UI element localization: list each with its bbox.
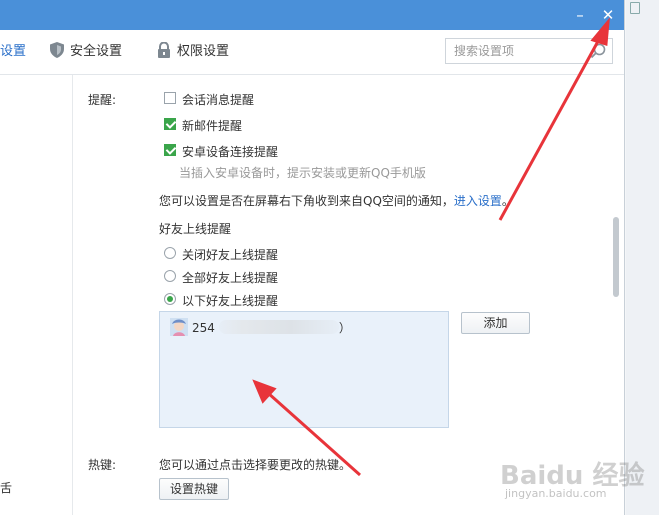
minimize-icon: –	[576, 6, 584, 24]
new-mail-label[interactable]: 新邮件提醒	[182, 117, 242, 134]
search-icon[interactable]	[590, 43, 606, 59]
session-message-checkbox[interactable]	[164, 92, 176, 104]
qzone-end: 。	[501, 194, 514, 208]
watermark-url: jingyan.baidu.com	[505, 487, 607, 500]
hotkey-text: 您可以通过点击选择要更改的热键。	[159, 458, 352, 472]
settings-content: 提醒: 会话消息提醒 新邮件提醒 安卓设备连接提醒 当插入安卓设备时，提示安装或…	[73, 75, 609, 515]
tab-permission-settings[interactable]: 权限设置	[157, 30, 229, 74]
redacted-name	[218, 320, 339, 334]
tab-label: 设置	[0, 44, 27, 59]
hotkey-label: 热键:	[88, 458, 117, 472]
title-bar: – ✕	[0, 0, 624, 30]
shield-icon	[50, 42, 64, 58]
search-placeholder: 搜索设置项	[454, 44, 515, 58]
background-window-edge	[626, 0, 659, 515]
qzone-notice: 您可以设置是否在屏幕右下角收到来自QQ空间的通知，进入设置。	[159, 192, 514, 209]
friend-online-off-radio[interactable]	[164, 247, 176, 259]
tab-security-settings[interactable]: 安全设置	[50, 30, 122, 74]
settings-window: – ✕ 设置 安全设置 权限设置 搜索设置项 舌 提醒: 会话消息提醒 新邮件提…	[0, 0, 625, 515]
session-message-label[interactable]: 会话消息提醒	[182, 91, 254, 108]
avatar	[170, 318, 188, 336]
list-item[interactable]: 254 ）	[170, 318, 351, 338]
friend-online-all-radio[interactable]	[164, 270, 176, 282]
minimize-button[interactable]: –	[568, 3, 592, 27]
tab-label: 权限设置	[177, 44, 230, 59]
settings-sidebar: 舌	[0, 75, 73, 515]
friend-online-selected-label[interactable]: 以下好友上线提醒	[182, 292, 278, 309]
close-icon: ✕	[601, 6, 615, 24]
friend-id: 254	[192, 321, 215, 335]
settings-tab-bar: 设置 安全设置 权限设置 搜索设置项	[0, 30, 624, 75]
sidebar-selected-item[interactable]	[0, 255, 72, 281]
set-hotkey-button[interactable]: 设置热键	[159, 478, 229, 500]
new-mail-checkbox[interactable]	[164, 118, 176, 130]
friend-id-suffix: ）	[338, 321, 351, 335]
tab-basic-settings[interactable]: 设置	[0, 30, 26, 74]
tab-label: 安全设置	[70, 44, 123, 59]
friend-online-all-label[interactable]: 全部好友上线提醒	[182, 269, 278, 286]
android-connect-checkbox[interactable]	[164, 144, 176, 156]
friend-online-selected-radio[interactable]	[164, 293, 176, 305]
checkbox-icon	[630, 2, 640, 14]
friend-online-title: 好友上线提醒	[159, 222, 232, 236]
qzone-text: 您可以设置是否在屏幕右下角收到来自QQ空间的通知，	[159, 194, 454, 208]
search-input[interactable]: 搜索设置项	[445, 38, 613, 64]
reminder-label: 提醒:	[88, 93, 117, 107]
add-friend-button[interactable]: 添加	[461, 312, 530, 334]
friend-online-off-label[interactable]: 关闭好友上线提醒	[182, 246, 278, 263]
close-button[interactable]: ✕	[596, 3, 620, 27]
lock-icon	[158, 42, 170, 58]
scrollbar-thumb[interactable]	[613, 217, 619, 297]
friend-list[interactable]: 254 ）	[159, 311, 449, 428]
android-hint: 当插入安卓设备时，提示安装或更新QQ手机版	[179, 166, 426, 180]
scrollbar[interactable]	[609, 75, 623, 515]
qzone-settings-link[interactable]: 进入设置	[454, 194, 502, 208]
sidebar-item-label: 舌	[0, 481, 13, 495]
android-connect-label[interactable]: 安卓设备连接提醒	[182, 143, 278, 160]
